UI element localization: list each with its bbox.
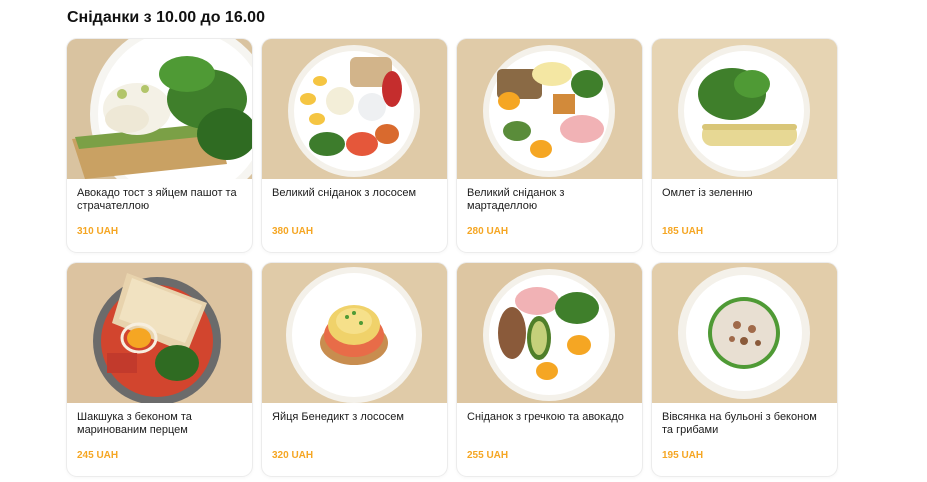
menu-item-card[interactable]: Сніданок з гречкою та авокадо 255 UAH bbox=[457, 263, 642, 476]
dish-photo bbox=[67, 263, 252, 403]
dish-name: Вівсянка на бульоні з беконом та грибами bbox=[662, 411, 817, 436]
section-title: Сніданки з 10.00 до 16.00 bbox=[67, 9, 265, 26]
menu-item-card[interactable]: Великий сніданок з лососем 380 UAH bbox=[262, 39, 447, 252]
dish-photo bbox=[652, 39, 837, 179]
menu-item-card[interactable]: Авокадо тост з яйцем пашот та страчателл… bbox=[67, 39, 252, 252]
dish-price: 245 UAH bbox=[77, 450, 119, 461]
dish-name: Великий сніданок з мартаделлою bbox=[467, 187, 565, 212]
dish-price: 195 UAH bbox=[662, 450, 704, 461]
menu-item-card[interactable]: Вівсянка на бульоні з беконом та грибами… bbox=[652, 263, 837, 476]
menu-item-card[interactable]: Великий сніданок з мартаделлою 280 UAH bbox=[457, 39, 642, 252]
dish-name: Шакшука з беконом та маринованим перцем bbox=[77, 411, 192, 436]
dish-photo bbox=[652, 263, 837, 403]
dish-name: Яйця Бенедикт з лососем bbox=[272, 411, 404, 423]
dish-price: 280 UAH bbox=[467, 226, 509, 237]
dish-photo bbox=[67, 39, 252, 179]
menu-item-card[interactable]: Шакшука з беконом та маринованим перцем … bbox=[67, 263, 252, 476]
dish-name: Авокадо тост з яйцем пашот та страчателл… bbox=[77, 187, 237, 212]
menu-item-card[interactable]: Омлет із зеленню 185 UAH bbox=[652, 39, 837, 252]
dish-photo bbox=[262, 263, 447, 403]
dish-photo bbox=[457, 263, 642, 403]
dish-price: 255 UAH bbox=[467, 450, 509, 461]
dish-price: 380 UAH bbox=[272, 226, 314, 237]
menu-grid: Авокадо тост з яйцем пашот та страчателл… bbox=[67, 39, 837, 476]
dish-name: Великий сніданок з лососем bbox=[272, 187, 417, 199]
menu-item-card[interactable]: Яйця Бенедикт з лососем 320 UAH bbox=[262, 263, 447, 476]
dish-price: 320 UAH bbox=[272, 450, 314, 461]
dish-photo bbox=[262, 39, 447, 179]
dish-price: 185 UAH bbox=[662, 226, 704, 237]
dish-price: 310 UAH bbox=[77, 226, 119, 237]
dish-name: Омлет із зеленню bbox=[662, 187, 753, 199]
dish-photo bbox=[457, 39, 642, 179]
dish-name: Сніданок з гречкою та авокадо bbox=[467, 411, 624, 423]
